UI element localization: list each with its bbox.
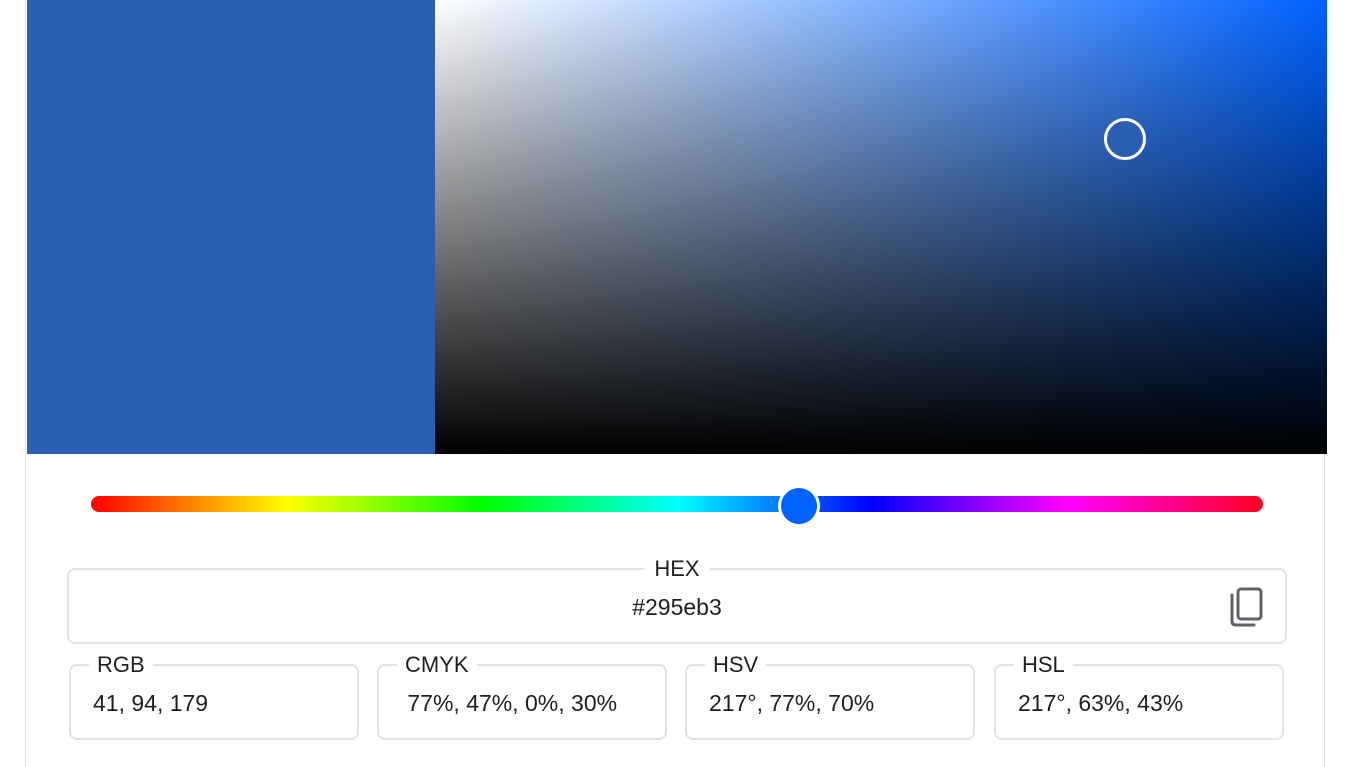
hsv-field[interactable]: HSV 217°, 77%, 70%	[685, 652, 975, 740]
hsv-label: HSV	[705, 652, 767, 678]
saturation-value-panel[interactable]	[435, 0, 1327, 454]
value-gradient	[435, 0, 1327, 454]
hue-slider-thumb[interactable]	[778, 485, 820, 527]
hue-slider[interactable]	[91, 496, 1263, 512]
cmyk-label: CMYK	[397, 652, 477, 678]
hsv-value[interactable]: 217°, 77%, 70%	[709, 690, 874, 716]
copy-icon[interactable]	[1225, 587, 1263, 627]
hsl-label: HSL	[1014, 652, 1073, 678]
hex-field[interactable]: HEX #295eb3	[67, 556, 1287, 644]
rgb-value[interactable]: 41, 94, 179	[93, 690, 208, 716]
hex-label: HEX	[644, 556, 710, 582]
color-preview-swatch	[27, 0, 435, 454]
cmyk-field[interactable]: CMYK 77%, 47%, 0%, 30%	[377, 652, 667, 740]
hsl-value[interactable]: 217°, 63%, 43%	[1018, 690, 1183, 716]
hex-value[interactable]: #295eb3	[69, 594, 1285, 620]
color-picker-card: HEX #295eb3 RGB 41, 94, 179 CMYK 77%, 47…	[25, 0, 1327, 767]
rgb-label: RGB	[89, 652, 153, 678]
saturation-value-cursor[interactable]	[1104, 118, 1146, 160]
hsl-field[interactable]: HSL 217°, 63%, 43%	[994, 652, 1284, 740]
cmyk-value[interactable]: 77%, 47%, 0%, 30%	[401, 690, 617, 716]
rgb-field[interactable]: RGB 41, 94, 179	[69, 652, 359, 740]
